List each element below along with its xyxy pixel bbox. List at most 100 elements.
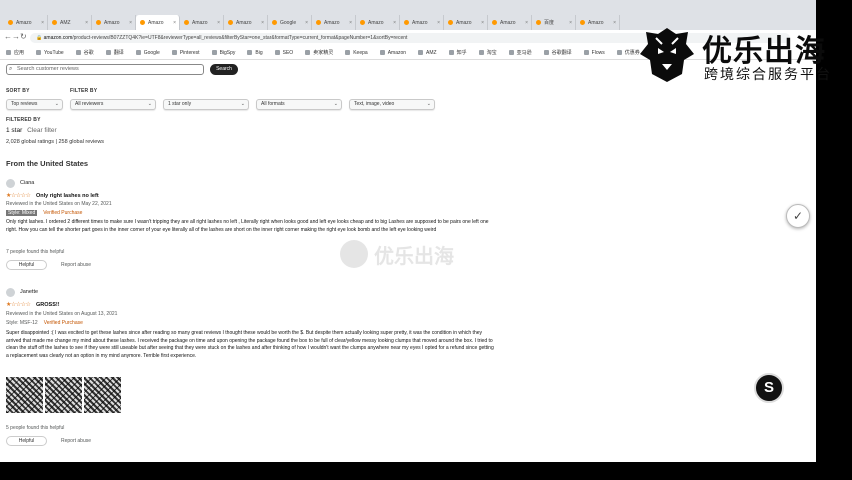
- bookmark-item[interactable]: YouTube: [36, 50, 64, 56]
- star-value: 1 star only: [168, 101, 192, 107]
- helpful-button[interactable]: Helpful: [6, 260, 47, 270]
- reviews-page: ⌕ Search customer reviews Search SORT BY…: [0, 61, 816, 462]
- browser-tab[interactable]: Amazo ×: [224, 15, 268, 30]
- star-rating: ★☆☆☆☆: [6, 302, 31, 308]
- bookmark-item[interactable]: 应用: [6, 49, 24, 56]
- browser-tab[interactable]: Google ×: [268, 15, 312, 30]
- bookmark-item[interactable]: Keepa: [345, 49, 368, 56]
- review-meta: Style: Mixed Verified Purchase: [6, 210, 82, 216]
- bookmark-item[interactable]: Google: [135, 49, 160, 56]
- back-icon[interactable]: ←: [4, 32, 12, 41]
- browser-tab[interactable]: Amazo ×: [444, 15, 488, 30]
- review-title[interactable]: Only right lashes no left: [36, 193, 99, 199]
- bookmark-icon: [274, 50, 280, 55]
- bookmark-label: 淘宝: [486, 50, 497, 56]
- review-format[interactable]: Style: MSF-12: [6, 320, 38, 326]
- report-abuse-link[interactable]: Report abuse: [61, 262, 91, 268]
- bookmark-item[interactable]: Amazon: [379, 49, 407, 56]
- close-tab-icon[interactable]: ×: [173, 20, 176, 26]
- review-photo[interactable]: [84, 377, 121, 413]
- reload-icon[interactable]: ↻: [20, 32, 27, 41]
- url-host: amazon.com: [43, 35, 73, 41]
- bookmark-item[interactable]: 知乎: [448, 49, 467, 56]
- avatar: [6, 288, 15, 297]
- bookmark-item[interactable]: SEO: [274, 50, 293, 56]
- bookmark-item[interactable]: AMZ: [418, 50, 437, 56]
- close-tab-icon[interactable]: ×: [481, 20, 484, 26]
- close-tab-icon[interactable]: ×: [569, 20, 572, 26]
- review-author[interactable]: Ciana: [20, 180, 34, 186]
- filtered-by-label: FILTERED BY: [6, 117, 41, 123]
- tab-label: Amazo: [368, 19, 384, 26]
- review-author[interactable]: Janette: [20, 289, 38, 295]
- report-abuse-link[interactable]: Report abuse: [61, 438, 91, 444]
- bookmark-item[interactable]: Big: [247, 50, 263, 56]
- bookmark-icon: [448, 50, 454, 55]
- review-format[interactable]: Style: Mixed: [6, 210, 38, 216]
- bookmark-icon: [379, 50, 385, 55]
- format-dropdown[interactable]: All formats ⌄: [256, 99, 342, 110]
- close-tab-icon[interactable]: ×: [437, 20, 440, 26]
- bookmark-item[interactable]: 卖家精灵: [305, 49, 333, 56]
- bookmark-icon: [211, 50, 217, 55]
- tab-favicon-icon: [96, 20, 101, 25]
- tab-label: Amazo: [588, 19, 604, 26]
- review-photo[interactable]: [6, 377, 43, 413]
- browser-tab[interactable]: Amazo ×: [488, 15, 532, 30]
- review-photos: [6, 377, 121, 413]
- s-logo-icon[interactable]: S: [754, 373, 784, 403]
- bookmark-item[interactable]: Pinterest: [171, 50, 200, 56]
- helpful-button[interactable]: Helpful: [6, 436, 47, 446]
- bookmark-item[interactable]: Flows: [583, 50, 605, 56]
- bookmark-item[interactable]: 淘宝: [478, 49, 497, 56]
- tab-favicon-icon: [184, 20, 189, 25]
- close-tab-icon[interactable]: ×: [129, 20, 132, 26]
- section-title: From the United States: [6, 159, 89, 168]
- bookmark-label: Google: [143, 49, 160, 56]
- bookmark-item[interactable]: 谷歌: [75, 49, 94, 56]
- browser-tab[interactable]: Amazo ×: [576, 15, 620, 30]
- close-tab-icon[interactable]: ×: [85, 20, 88, 26]
- forward-icon[interactable]: →: [12, 32, 20, 41]
- media-dropdown[interactable]: Text, image, video ⌄: [349, 99, 435, 110]
- browser-tab[interactable]: 百度 ×: [532, 15, 576, 30]
- bookmark-item[interactable]: 谷歌翻译: [543, 49, 572, 56]
- format-value: All formats: [261, 101, 285, 107]
- bookmark-label: Keepa: [353, 49, 368, 56]
- tab-favicon-icon: [272, 20, 277, 25]
- sort-dropdown[interactable]: Top reviews ⌄: [6, 99, 63, 110]
- close-tab-icon[interactable]: ×: [261, 20, 264, 26]
- browser-tab[interactable]: Amazo ×: [4, 15, 48, 30]
- bookmark-label: 卖家精灵: [313, 50, 334, 56]
- browser-tab[interactable]: Amazo ×: [136, 15, 180, 30]
- browser-tab[interactable]: Amazo ×: [312, 15, 356, 30]
- close-tab-icon[interactable]: ×: [217, 20, 220, 26]
- browser-tab[interactable]: Amazo ×: [400, 15, 444, 30]
- browser-tab[interactable]: Amazo ×: [356, 15, 400, 30]
- checkmark-badge-icon[interactable]: ✓: [786, 204, 810, 228]
- review-title[interactable]: GROSS!!: [36, 302, 60, 308]
- close-tab-icon[interactable]: ×: [305, 20, 308, 26]
- close-tab-icon[interactable]: ×: [393, 20, 396, 26]
- bookmark-item[interactable]: 亚马逊: [508, 49, 532, 56]
- star-dropdown[interactable]: 1 star only ⌄: [163, 99, 249, 110]
- browser-tab[interactable]: Amazo ×: [92, 15, 136, 30]
- close-tab-icon[interactable]: ×: [41, 20, 44, 26]
- clear-filter-link[interactable]: Clear filter: [27, 127, 57, 134]
- search-button[interactable]: Search: [210, 64, 238, 75]
- brand-logo: 优乐出海 跨境综合服务平台: [620, 14, 852, 86]
- search-input[interactable]: ⌕ Search customer reviews: [6, 64, 204, 75]
- bookmark-item[interactable]: BigSpy: [211, 50, 235, 56]
- review-photo[interactable]: [45, 377, 82, 413]
- search-placeholder: Search customer reviews: [17, 66, 79, 72]
- reviewer-dropdown[interactable]: All reviewers ⌄: [70, 99, 156, 110]
- browser-tab[interactable]: AMZ ×: [48, 15, 92, 30]
- bookmark-label: Amazon: [387, 49, 407, 56]
- close-tab-icon[interactable]: ×: [525, 20, 528, 26]
- bookmark-item[interactable]: 翻译: [105, 49, 124, 56]
- tab-favicon-icon: [316, 20, 321, 25]
- close-tab-icon[interactable]: ×: [349, 20, 352, 26]
- star-rating: ★☆☆☆☆: [6, 193, 31, 199]
- close-tab-icon[interactable]: ×: [613, 20, 616, 26]
- browser-tab[interactable]: Amazo ×: [180, 15, 224, 30]
